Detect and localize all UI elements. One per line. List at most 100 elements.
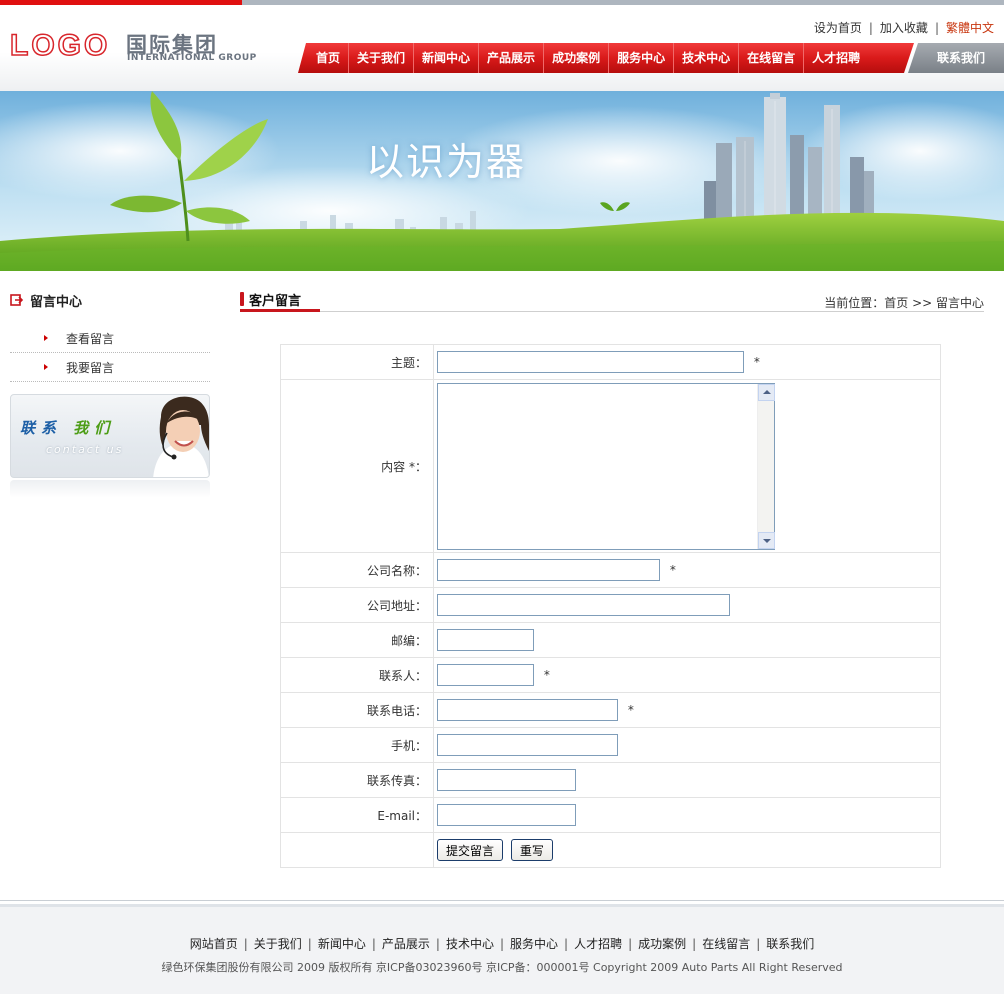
divider: | [868,21,873,35]
email-input[interactable] [437,804,576,826]
quick-links: 设为首页 | 加入收藏 | 繁體中文 [814,19,994,36]
nav-item-news[interactable]: 新闻中心 [414,43,480,73]
content-title: 客户留言 [240,290,320,312]
footer-divider [0,900,1004,901]
main-content: 客户留言 当前位置：首页 >> 留言中心 [240,288,984,312]
support-agent-avatar [153,396,209,477]
footer-link-jobs[interactable]: 人才招聘 [574,937,622,951]
main-nav: 首页 关于我们 新闻中心 产品展示 成功案例 服务中心 技术中心 在线留言 人才… [298,43,914,73]
form-row-email: E-mail： [280,797,941,833]
sidebar-list: 查看留言 我要留言 [10,324,210,382]
email-label: E-mail： [280,797,434,833]
sidebar-item-view-messages[interactable]: 查看留言 [10,324,210,353]
phone-label: 联系电话： [280,692,434,728]
contact-card-cn-green: 我们 [73,419,116,437]
logo[interactable]: LOGO 国际集团 INTERNATIONAL GROUP [9,29,256,69]
scroll-up-icon[interactable] [758,383,775,401]
sidebar-item-label: 查看留言 [66,331,115,346]
footer-link-messages[interactable]: 在线留言 [702,937,750,951]
nav-item-home[interactable]: 首页 [308,43,350,73]
content-label: 内容 *： [280,379,434,553]
form-row-buttons: 提交留言 重写 [280,832,941,868]
set-homepage-link[interactable]: 设为首页 [814,21,862,35]
subject-label: 主题： [280,344,434,380]
divider: | [243,937,248,951]
nav-item-tech[interactable]: 技术中心 [674,43,740,73]
form-row-phone: 联系电话： * [280,692,941,728]
sidebar-title-text: 留言中心 [30,294,83,310]
divider: | [435,937,440,951]
divider: | [499,937,505,951]
footer-link-about[interactable]: 关于我们 [254,937,302,951]
scroll-down-icon[interactable] [758,531,775,549]
title-bar-icon [240,292,244,306]
nav-item-cases[interactable]: 成功案例 [544,43,610,73]
submit-message-button[interactable]: 提交留言 [437,839,504,861]
traditional-chinese-link[interactable]: 繁體中文 [946,21,994,35]
message-form: 主题： * 内容 *： 公司名称： * 公司地址： 邮编： 联系人： * 联系电… [280,344,941,868]
footer-link-cases[interactable]: 成功案例 [638,937,686,951]
content-title-text: 客户留言 [249,294,302,309]
footer-links: 网站首页 | 关于我们 | 新闻中心 | 产品展示 | 技术中心 | 服务中心 | 人才招聘 | 成功案例 |… [0,935,1004,952]
form-row-address: 公司地址： [280,587,941,623]
form-row-content: 内容 *： [280,379,941,553]
textarea-scrollbar[interactable] [757,383,775,549]
divider: | [371,937,376,951]
fax-input[interactable] [437,769,576,791]
content-textarea-box [437,382,775,550]
content-textarea[interactable] [438,383,758,549]
page: { "header": { "logo_mark": "LOGO", "logo… [0,0,1004,994]
nav-item-jobs[interactable]: 人才招聘 [804,43,868,73]
required-mark: * [543,668,550,682]
contact-person-label: 联系人： [280,657,434,693]
phone-input[interactable] [437,699,618,721]
divider: | [756,937,761,951]
nav-item-messages[interactable]: 在线留言 [739,43,805,73]
contact-card-cn-blue: 联系 [20,419,63,437]
required-mark: * [753,355,760,369]
banner: 以识为器 [0,91,1004,271]
footer-link-products[interactable]: 产品展示 [382,937,430,951]
footer-link-home[interactable]: 网站首页 [190,937,238,951]
divider: | [564,937,569,951]
footer: 网站首页 | 关于我们 | 新闻中心 | 产品展示 | 技术中心 | 服务中心 | 人才招聘 | 成功案例 |… [0,904,1004,994]
footer-link-contact[interactable]: 联系我们 [766,937,814,951]
footer-link-tech[interactable]: 技术中心 [446,937,494,951]
contact-person-input[interactable] [437,664,534,686]
form-row-company: 公司名称： * [280,552,941,588]
breadcrumb: 当前位置：首页 >> 留言中心 [824,296,984,310]
sidebar-item-label: 我要留言 [66,360,115,375]
footer-link-news[interactable]: 新闻中心 [318,937,366,951]
reset-button[interactable]: 重写 [510,839,553,861]
copyright: 绿色环保集团股份有限公司 2009 版权所有 京ICP备03023960号 京I… [161,961,843,974]
mobile-input[interactable] [437,734,618,756]
divider: | [692,937,697,951]
required-mark: * [669,563,676,577]
address-input[interactable] [437,594,730,616]
form-row-mobile: 手机： [280,727,941,763]
form-row-fax: 联系传真： [280,762,941,798]
arrow-right-icon [44,335,48,341]
nav-item-contact[interactable]: 联系我们 [908,43,1004,73]
postcode-input[interactable] [437,629,534,651]
subject-input[interactable] [437,351,744,373]
sidebar-item-leave-message[interactable]: 我要留言 [10,353,210,382]
postcode-label: 邮编： [280,622,434,658]
form-row-postcode: 邮编： [280,622,941,658]
sidebar-title: 留言中心 [10,290,210,310]
contact-us-card[interactable]: 联系 我们 contact us [10,394,210,478]
nav-item-about[interactable]: 关于我们 [349,43,415,73]
nav-contact: 联系我们 [908,43,1004,73]
arrow-right-icon [44,364,48,370]
nav-item-products[interactable]: 产品展示 [479,43,545,73]
nav-item-service[interactable]: 服务中心 [609,43,675,73]
fax-label: 联系传真： [280,762,434,798]
contact-card-en: contact us [46,443,124,456]
contact-card-reflection [10,480,210,498]
logo-mark: LOGO [9,29,111,62]
nav-items: 首页 关于我们 新闻中心 产品展示 成功案例 服务中心 技术中心 在线留言 人才… [308,43,868,73]
company-input[interactable] [437,559,660,581]
sidebar: 留言中心 查看留言 我要留言 联系 我们 contact us [10,290,210,498]
footer-link-service[interactable]: 服务中心 [510,937,558,951]
add-favorite-link[interactable]: 加入收藏 [880,21,928,35]
